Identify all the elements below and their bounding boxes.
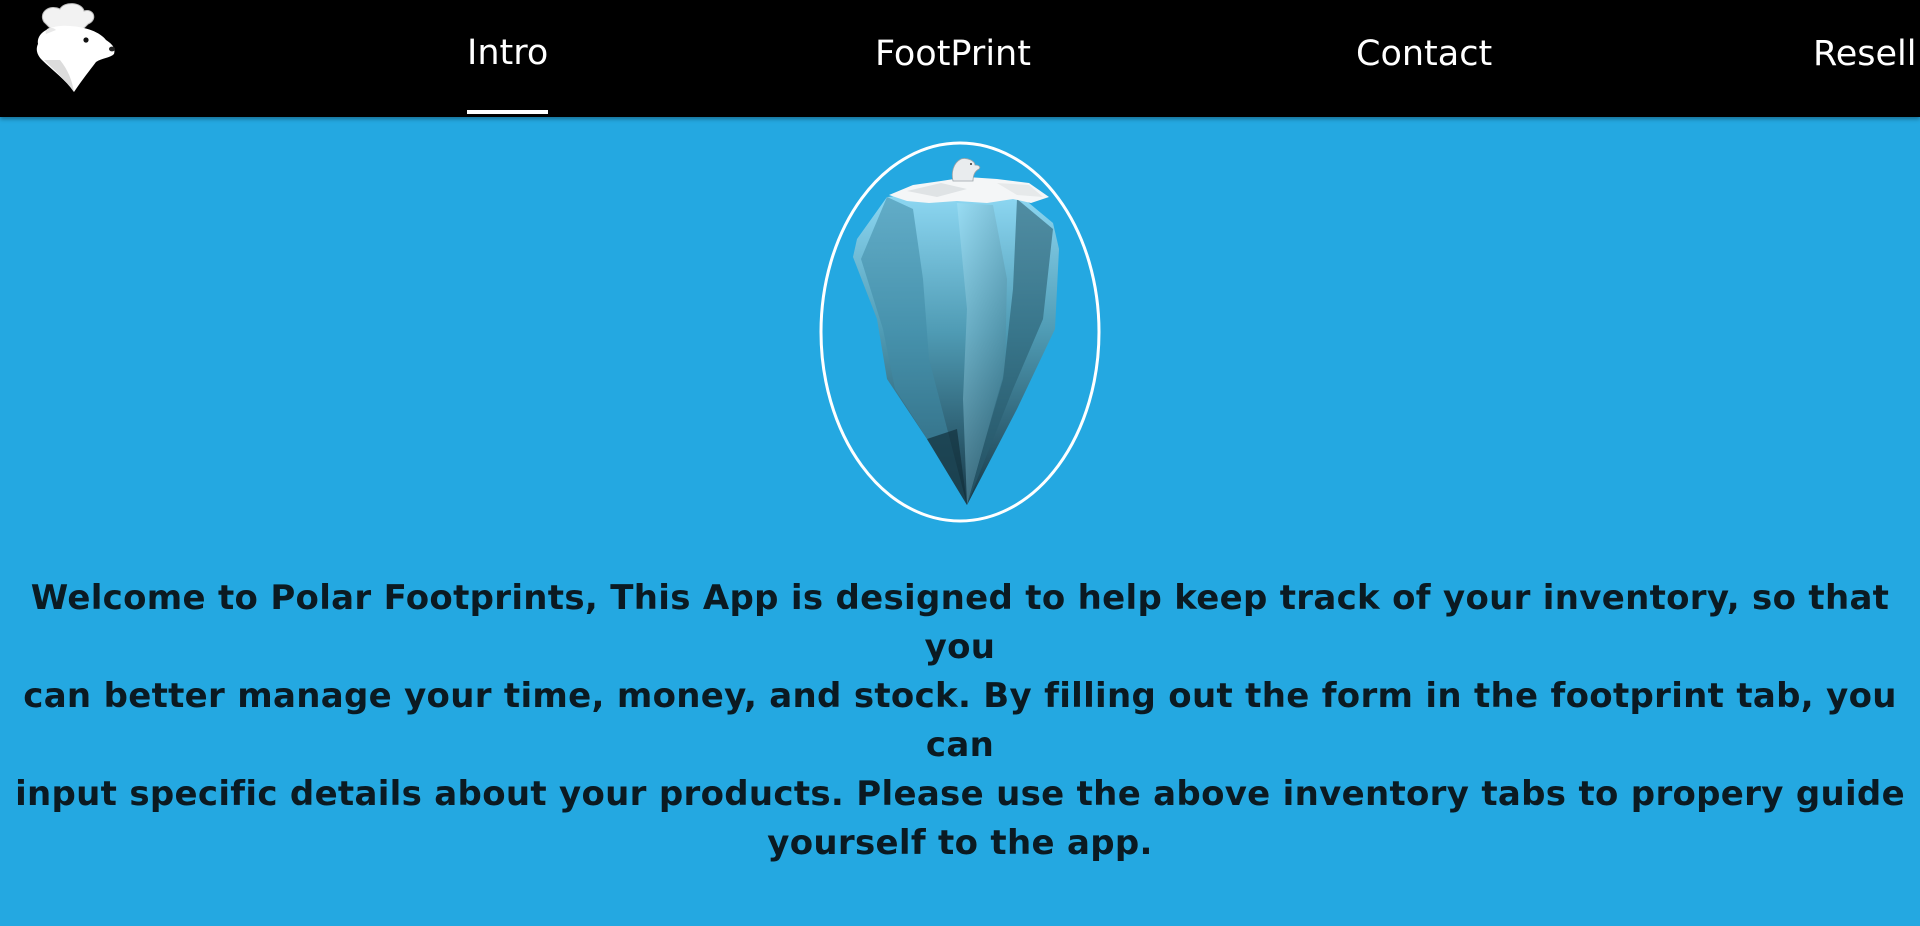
tab-resell[interactable]: Resell	[1813, 30, 1917, 78]
iceberg-hero-image	[817, 139, 1103, 525]
welcome-line: can better manage your time, money, and …	[23, 676, 1897, 765]
polar-bear-logo-icon[interactable]	[30, 0, 120, 96]
tab-footprint[interactable]: FootPrint	[875, 30, 1031, 78]
tab-intro[interactable]: Intro	[467, 29, 549, 114]
welcome-message: Welcome to Polar Footprints, This App is…	[0, 574, 1920, 868]
tab-contact[interactable]: Contact	[1356, 30, 1492, 78]
welcome-line: Welcome to Polar Footprints, This App is…	[30, 578, 1890, 667]
welcome-line: input specific details about your produc…	[15, 774, 1905, 814]
welcome-line: yourself to the app.	[767, 823, 1153, 863]
top-navbar: Intro FootPrint Contact Resell	[0, 0, 1920, 117]
